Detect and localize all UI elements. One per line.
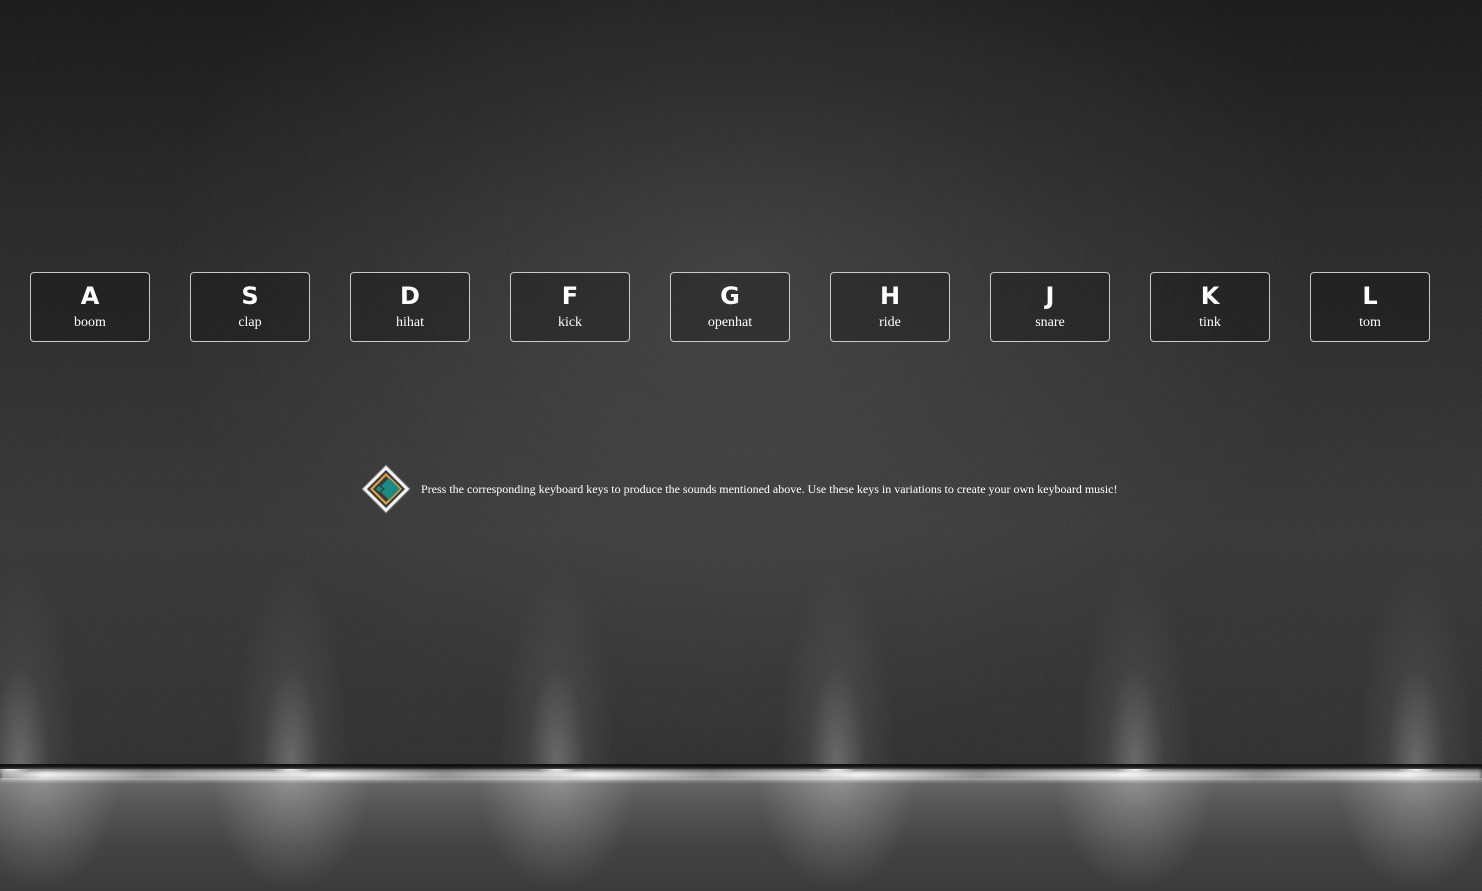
key-f[interactable]: F kick xyxy=(510,272,630,342)
key-h[interactable]: H ride xyxy=(830,272,950,342)
key-sound-label: tom xyxy=(1359,315,1381,330)
key-letter: L xyxy=(1362,282,1378,310)
key-sound-label: boom xyxy=(74,315,106,330)
key-sound-label: tink xyxy=(1199,315,1221,330)
key-sound-label: ride xyxy=(879,315,901,330)
key-sound-label: hihat xyxy=(396,315,424,330)
key-s[interactable]: S clap xyxy=(190,272,310,342)
floor-glow xyxy=(1055,778,1215,891)
floor-glow xyxy=(0,778,120,891)
key-sound-label: kick xyxy=(557,315,583,330)
key-a[interactable]: A boom xyxy=(30,272,150,342)
instructions-text: Press the corresponding keyboard keys to… xyxy=(421,481,1118,496)
drum-keys: A boom S clap D hihat F kick G openhat H… xyxy=(30,272,1430,342)
key-letter: A xyxy=(80,282,100,310)
key-letter: H xyxy=(879,282,901,310)
instructions: Press the corresponding keyboard keys to… xyxy=(361,464,1118,514)
floor-light-line xyxy=(0,770,1482,780)
key-letter: J xyxy=(1045,282,1055,310)
key-letter: F xyxy=(561,282,579,310)
background-texture xyxy=(0,0,1482,891)
key-sound-label: openhat xyxy=(707,315,753,330)
key-letter: S xyxy=(241,282,259,310)
floor-glow xyxy=(477,778,637,891)
key-j[interactable]: J snare xyxy=(990,272,1110,342)
diamond-logo-icon xyxy=(361,464,411,514)
key-letter: D xyxy=(400,282,420,310)
floor-glow xyxy=(211,778,371,891)
floor-glow xyxy=(1336,778,1482,891)
floor-edge xyxy=(0,764,1482,769)
key-g[interactable]: G openhat xyxy=(670,272,790,342)
key-d[interactable]: D hihat xyxy=(350,272,470,342)
key-letter: G xyxy=(720,282,740,310)
key-l[interactable]: L tom xyxy=(1310,272,1430,342)
key-sound-label: snare xyxy=(1035,315,1065,330)
key-sound-label: clap xyxy=(238,315,262,330)
wall-light-beams xyxy=(0,560,1482,774)
key-letter: K xyxy=(1200,282,1220,310)
key-k[interactable]: K tink xyxy=(1150,272,1270,342)
floor-glow xyxy=(757,778,917,891)
